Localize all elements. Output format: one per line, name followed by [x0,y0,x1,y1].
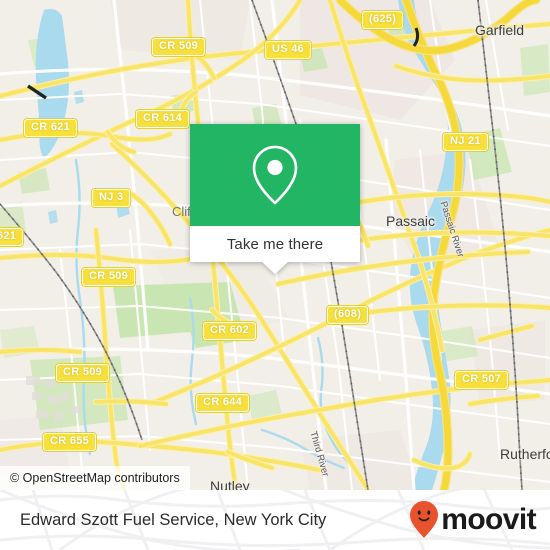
map-shield-cr-507[interactable]: CR 507 [453,370,510,390]
attribution-text: © OpenStreetMap contributors [10,471,180,485]
map-shield-cr-602[interactable]: CR 602 [201,321,258,341]
map-place-label-passaic: Passaic [386,213,436,229]
popup-footer[interactable]: Take me there [190,226,360,262]
map-shield-us-46[interactable]: US 46 [263,40,313,60]
map-shield-cr-621[interactable]: CR 621 [22,118,79,138]
location-popup[interactable]: Take me there [190,124,360,274]
moovit-smiley-pin-icon [410,501,439,538]
map-place-label-nutley: Nutley [210,478,250,490]
map-shield-cr-644[interactable]: CR 644 [194,393,251,413]
map-place-label-garfield: Garfield [475,22,525,38]
take-me-there-label: Take me there [226,235,324,253]
map-shield-nj-21[interactable]: NJ 21 [442,132,489,152]
map-shield-nj-3[interactable]: NJ 3 [90,188,132,208]
moovit-wordmark: moovit [441,503,536,536]
map-screenshot: .rd-cas { fill:none; stroke:#f9e27e; str… [0,0,550,550]
map-shield-621-edge[interactable]: 621 [0,227,25,247]
map-shield-cr-614[interactable]: CR 614 [134,109,191,129]
map-shield-cr-655[interactable]: CR 655 [41,432,98,452]
map-canvas[interactable]: .rd-cas { fill:none; stroke:#f9e27e; str… [0,0,550,490]
moovit-brand[interactable]: moovit [409,500,537,540]
map-shield-608[interactable]: (608) [325,305,370,325]
popup-header [190,124,360,226]
map-place-label-rutherford: Rutherford [500,446,550,462]
map-shield-cr-509-west[interactable]: CR 509 [54,363,111,383]
map-pin-icon [252,145,298,205]
map-shield-cr-509-mid[interactable]: CR 509 [80,267,137,287]
page-title: Edward Szott Fuel Service, New York City [20,510,327,529]
popup-pointer-arrow [262,262,288,274]
footer-bar: Edward Szott Fuel Service, New York City… [0,490,550,550]
map-shield-625[interactable]: (625) [360,10,405,30]
map-shield-cr-509-north[interactable]: CR 509 [150,37,207,57]
map-attribution[interactable]: © OpenStreetMap contributors [0,466,190,490]
